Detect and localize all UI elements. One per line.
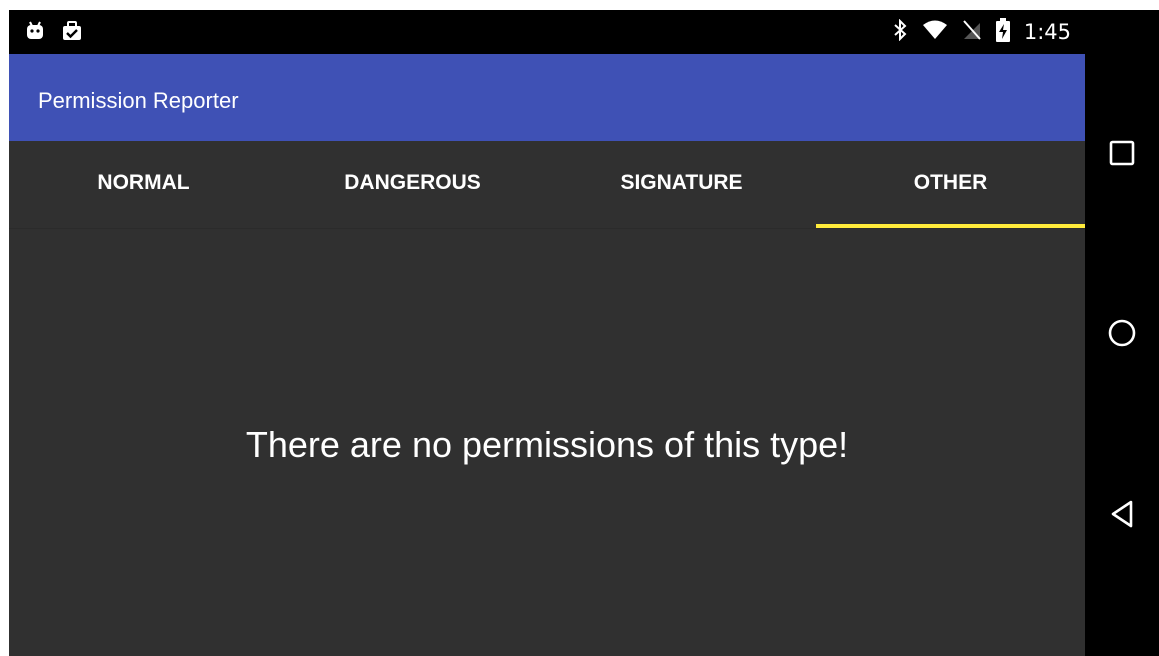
recents-square-icon xyxy=(1109,140,1135,171)
back-triangle-icon xyxy=(1110,499,1134,534)
home-button[interactable] xyxy=(1097,310,1147,360)
status-time: 1:45 xyxy=(1023,20,1071,44)
tab-normal[interactable]: NORMAL xyxy=(9,141,278,228)
tab-dangerous-label: DANGEROUS xyxy=(344,171,481,194)
android-debug-icon xyxy=(25,21,45,46)
tab-bar: NORMAL DANGEROUS SIGNATURE OTHER xyxy=(9,141,1085,228)
recents-button[interactable] xyxy=(1097,130,1147,180)
tab-signature-label: SIGNATURE xyxy=(620,171,743,194)
device-frame: 1:45 Permission Reporter NORMAL DANGEROU… xyxy=(9,10,1159,656)
tab-dangerous[interactable]: DANGEROUS xyxy=(278,141,547,228)
tab-normal-label: NORMAL xyxy=(97,171,190,194)
no-sim-icon xyxy=(962,19,982,46)
navigation-bar xyxy=(1085,10,1159,656)
wifi-icon xyxy=(922,20,948,45)
app-screen: 1:45 Permission Reporter NORMAL DANGEROU… xyxy=(9,10,1085,656)
tab-signature[interactable]: SIGNATURE xyxy=(547,141,816,228)
app-title: Permission Reporter xyxy=(38,88,239,113)
app-bar: Permission Reporter xyxy=(9,54,1085,141)
briefcase-check-icon xyxy=(61,20,83,47)
bluetooth-icon xyxy=(892,18,908,46)
empty-state-message: There are no permissions of this type! xyxy=(245,424,849,465)
tab-other-label: OTHER xyxy=(913,171,988,194)
battery-charging-icon xyxy=(995,17,1010,47)
status-bar: 1:45 xyxy=(9,10,1085,54)
back-button[interactable] xyxy=(1097,491,1147,541)
home-circle-icon xyxy=(1107,318,1137,353)
tab-other[interactable]: OTHER xyxy=(816,141,1085,228)
